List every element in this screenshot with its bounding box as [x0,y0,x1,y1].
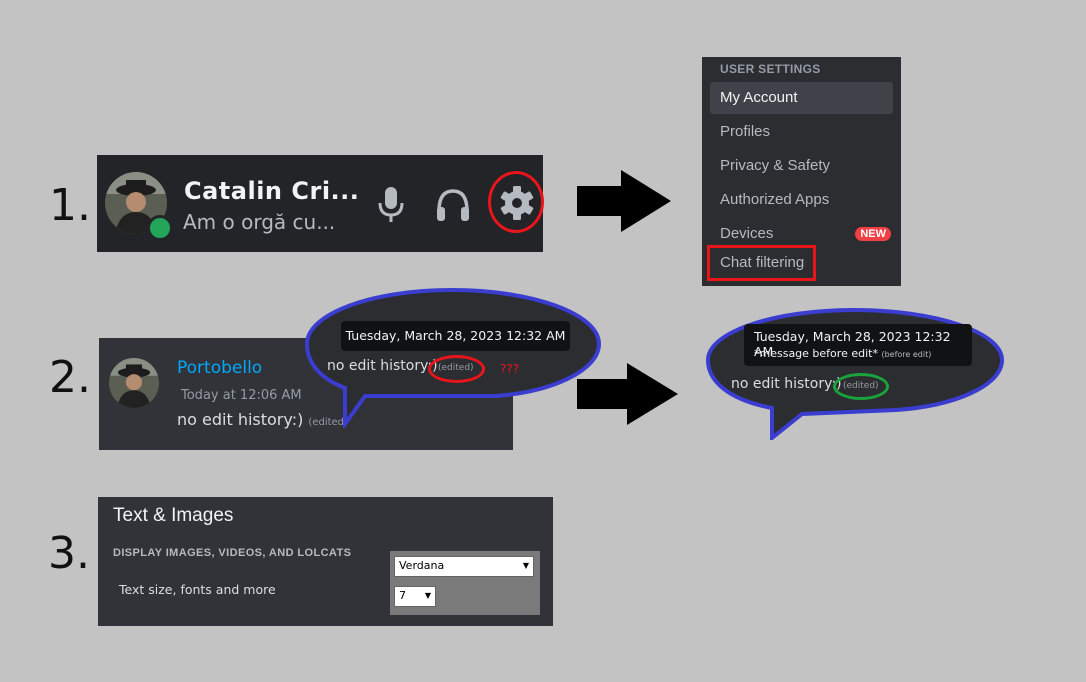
chat-filtering-highlight-box [707,245,816,281]
font-family-select[interactable]: Verdana ▼ [394,556,534,577]
user-panel: Catalin Cri... Am o orgă cu... [97,155,544,252]
message-text: no edit history:) [177,410,304,429]
user-settings-menu: USER SETTINGS My Account Profiles Privac… [702,57,901,286]
tooltip-previous-text: *message before edit* (before edit) [754,347,931,360]
settings-header: USER SETTINGS [720,62,821,76]
arrow-right-icon [577,170,671,232]
font-size-select[interactable]: 7 ▼ [394,586,436,607]
edited-highlight-circle-green [833,373,889,400]
step-number-1: 1. [49,180,91,231]
edited-highlight-circle [428,355,485,383]
font-options-box: Verdana ▼ 7 ▼ [390,551,540,615]
step-number-3: 3. [48,528,90,579]
timestamp-tooltip: Tuesday, March 28, 2023 12:32 AM *messag… [744,324,972,366]
menu-item-authorized-apps[interactable]: Authorized Apps [710,184,893,216]
before-edit-tag: (before edit) [881,350,932,359]
section-title: Text & Images [113,505,234,526]
avatar[interactable] [109,358,159,408]
text-images-panel: Text & Images DISPLAY IMAGES, VIDEOS, AN… [98,497,553,626]
message-timestamp[interactable]: Today at 12:06 AM [181,388,302,403]
section-heading: DISPLAY IMAGES, VIDEOS, AND LOLCATS [113,547,352,559]
font-family-value: Verdana [399,559,445,572]
question-marks: ??? [500,362,520,376]
bubble-message-text: no edit history:) [327,358,438,374]
menu-item-privacy-safety[interactable]: Privacy & Safety [710,150,893,182]
online-status-icon [147,215,173,241]
previous-message-text: *message before edit* [754,347,878,360]
arrow-right-icon [577,363,678,425]
font-size-value: 7 [399,589,406,602]
username[interactable]: Catalin Cri... [184,177,359,205]
timestamp-tooltip: Tuesday, March 28, 2023 12:32 AM [341,321,570,351]
chevron-down-icon: ▼ [424,591,431,600]
new-badge: NEW [855,227,891,241]
microphone-icon[interactable] [374,185,408,225]
custom-status: Am o orgă cu... [183,210,336,234]
bubble-message-text: no edit history:) [731,376,842,392]
step-number-2: 2. [49,352,91,403]
menu-item-my-account[interactable]: My Account [710,82,893,114]
headphones-icon[interactable] [434,185,472,225]
message-author[interactable]: Portobello [177,358,262,378]
chevron-down-icon: ▼ [522,561,529,570]
section-description: Text size, fonts and more [119,582,276,597]
menu-item-profiles[interactable]: Profiles [710,116,893,148]
gear-highlight-circle [488,171,544,233]
